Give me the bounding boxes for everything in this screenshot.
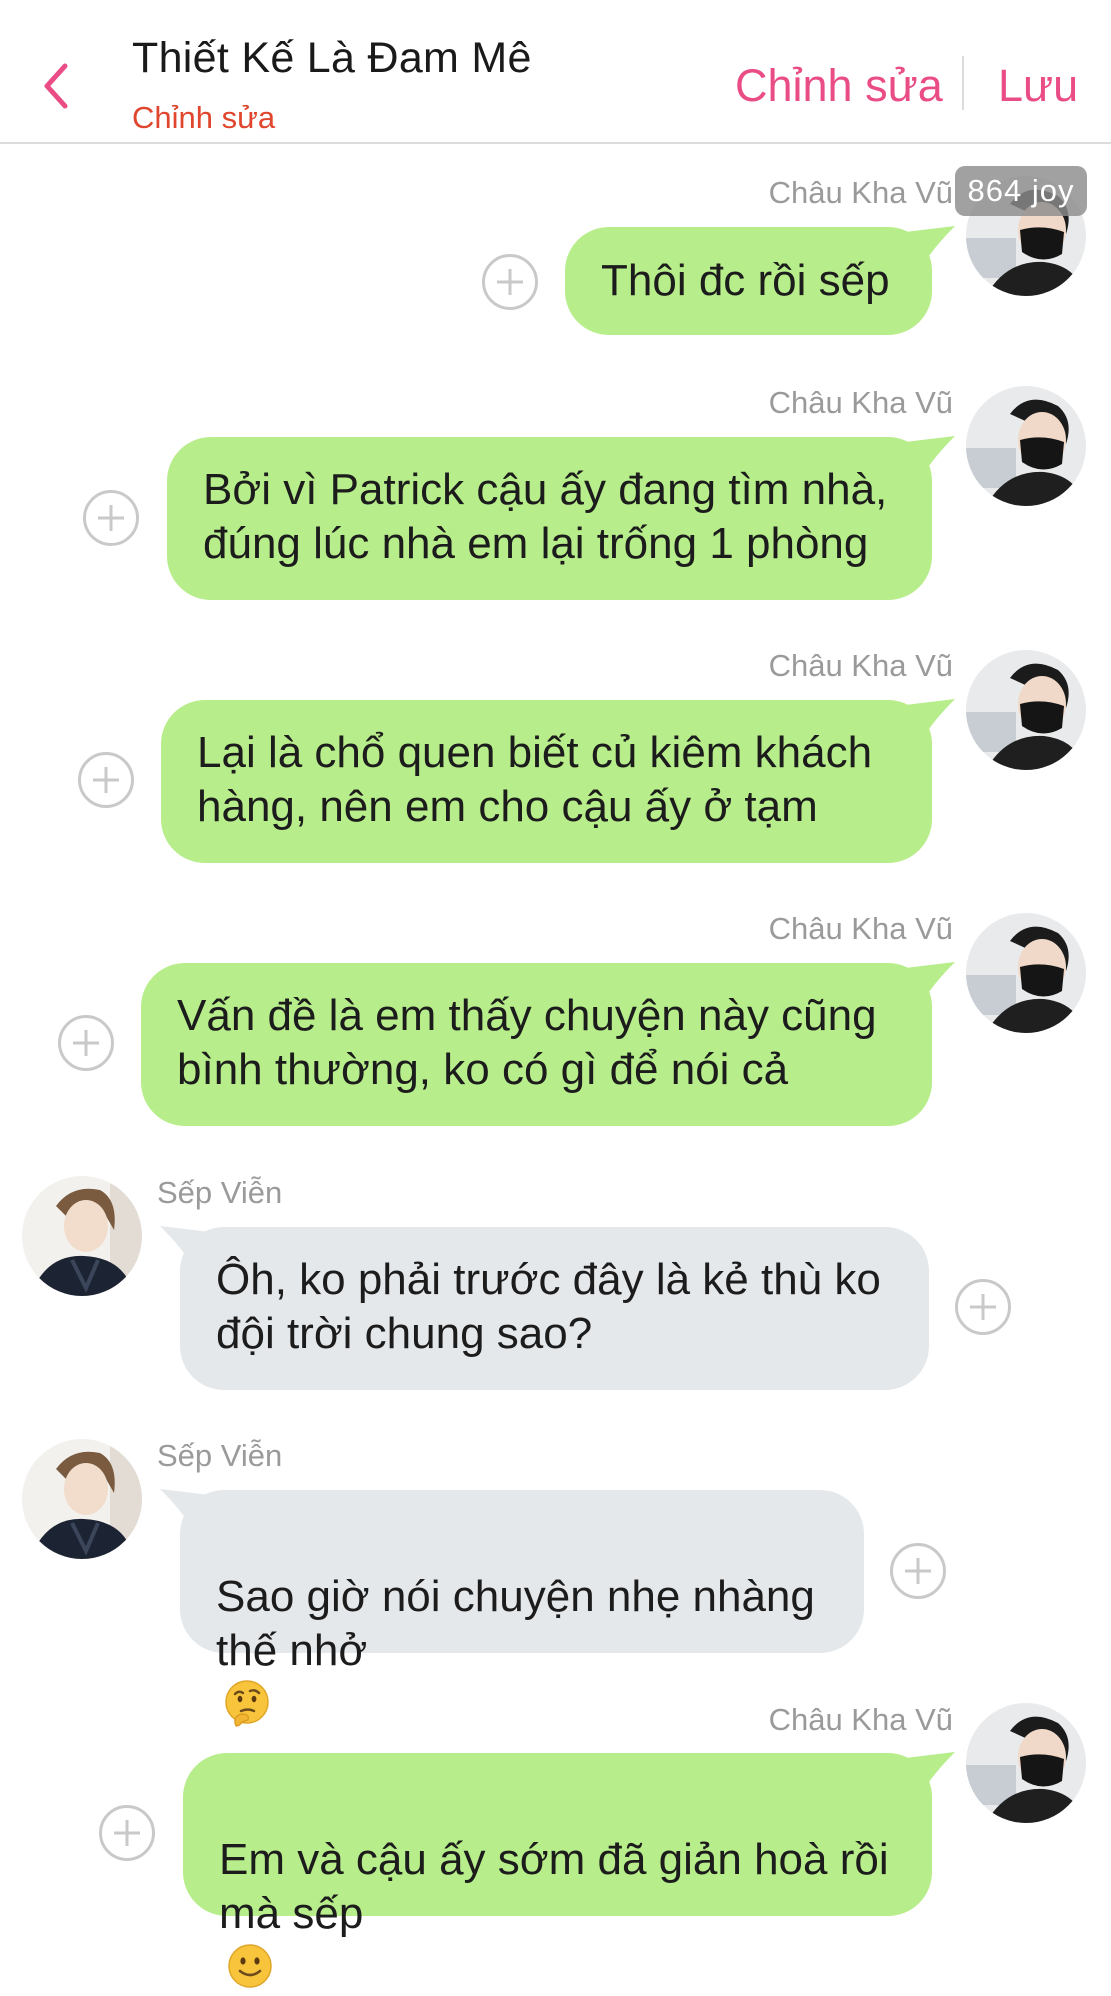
chevron-left-icon xyxy=(44,63,68,109)
avatar[interactable] xyxy=(966,1703,1086,1823)
message-bubble[interactable]: Bởi vì Patrick cậu ấy đang tìm nhà, đúng… xyxy=(167,437,932,600)
message-text: Sao giờ nói chuyện nhẹ nhàng thế nhở xyxy=(216,1572,815,1675)
message-bubble[interactable]: Em và cậu ấy sớm đã giản hoà rồi mà sếp xyxy=(183,1753,932,1988)
chat-subtitle[interactable]: Chỉnh sửa xyxy=(132,100,275,136)
message-text: Em và cậu ấy sớm đã giản hoà rồi mà sếp xyxy=(219,1835,889,1938)
sender-name: Sếp Viễn xyxy=(157,1438,283,1473)
sender-name: Châu Kha Vũ xyxy=(768,385,953,420)
add-reaction-button[interactable] xyxy=(58,1015,114,1071)
back-button[interactable] xyxy=(34,58,78,114)
add-reaction-button[interactable] xyxy=(482,254,538,310)
header-bar: Thiết Kế Là Đam Mê Chỉnh sửa Chỉnh sửa L… xyxy=(0,0,1111,144)
add-reaction-button[interactable] xyxy=(99,1805,155,1861)
edit-button[interactable]: Chỉnh sửa xyxy=(735,60,943,112)
message-bubble[interactable]: Lại là chổ quen biết củ kiêm khách hàng,… xyxy=(161,700,932,863)
joy-count-badge: 864 joy xyxy=(955,166,1087,216)
sender-name: Châu Kha Vũ xyxy=(768,648,953,683)
add-reaction-button[interactable] xyxy=(78,752,134,808)
message-bubble[interactable]: Ôh, ko phải trước đây là kẻ thù ko đội t… xyxy=(180,1227,929,1390)
sender-name: Sếp Viễn xyxy=(157,1175,283,1210)
avatar[interactable] xyxy=(966,650,1086,770)
message-bubble[interactable]: Sao giờ nói chuyện nhẹ nhàng thế nhở xyxy=(180,1490,864,1727)
avatar[interactable] xyxy=(22,1176,142,1296)
message-bubble[interactable]: Vấn đề là em thấy chuyện này cũng bình t… xyxy=(141,963,932,1126)
avatar[interactable] xyxy=(966,386,1086,506)
header-divider xyxy=(962,56,964,110)
sender-name: Châu Kha Vũ xyxy=(768,911,953,946)
save-button[interactable]: Lưu xyxy=(998,60,1078,112)
avatar[interactable] xyxy=(22,1439,142,1559)
add-reaction-button[interactable] xyxy=(955,1279,1011,1335)
message-bubble[interactable]: Thôi đc rồi sếp xyxy=(565,227,932,335)
sender-name: Châu Kha Vũ xyxy=(768,175,953,210)
avatar[interactable] xyxy=(966,913,1086,1033)
sender-name: Châu Kha Vũ xyxy=(768,1702,953,1737)
add-reaction-button[interactable] xyxy=(890,1543,946,1599)
slightly-smiling-face-icon xyxy=(228,1944,272,1988)
chat-title: Thiết Kế Là Đam Mê xyxy=(132,34,532,82)
thinking-face-icon xyxy=(225,1680,269,1727)
add-reaction-button[interactable] xyxy=(83,490,139,546)
